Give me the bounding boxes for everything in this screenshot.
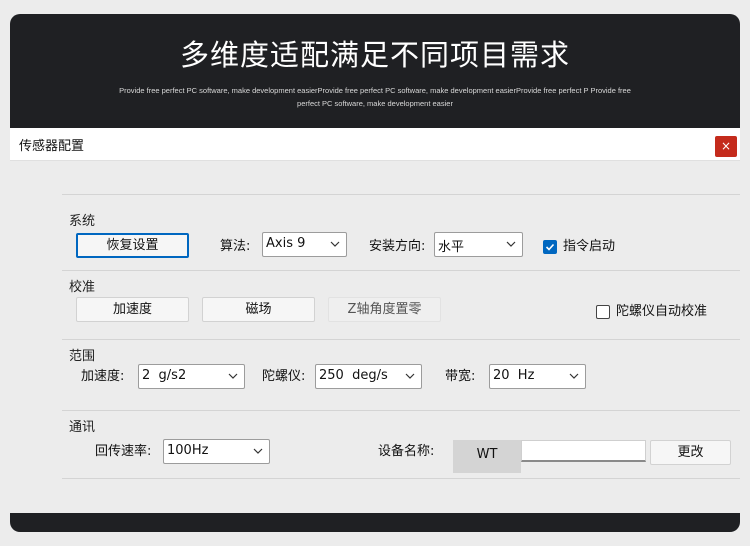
range-group-title: 范围 xyxy=(69,349,96,364)
change-device-name-button[interactable]: 更改 xyxy=(650,440,731,465)
algorithm-label: 算法: xyxy=(220,239,251,254)
device-name-label: 设备名称: xyxy=(378,444,435,459)
return-rate-select[interactable]: 100Hz xyxy=(163,439,270,464)
bandwidth-select[interactable]: 20 Hz xyxy=(489,364,586,389)
restore-settings-button[interactable]: 恢复设置 xyxy=(76,233,189,258)
comm-group-title: 通讯 xyxy=(69,420,96,435)
chevron-down-icon xyxy=(253,448,263,454)
chevron-down-icon xyxy=(228,373,238,379)
gyro-auto-calibrate-checkbox[interactable] xyxy=(596,305,610,319)
gyro-range-label: 陀螺仪: xyxy=(262,369,306,384)
device-prefix: WT xyxy=(453,440,521,473)
return-rate-label: 回传速率: xyxy=(95,444,152,459)
gyro-auto-calibrate-label: 陀螺仪自动校准 xyxy=(616,304,708,319)
install-direction-select[interactable]: 水平 xyxy=(434,232,523,257)
return-rate-value: 100Hz xyxy=(167,443,209,458)
algorithm-value: Axis 9 xyxy=(266,236,306,251)
install-direction-label: 安装方向: xyxy=(369,239,426,254)
gyro-range-select[interactable]: 250 deg/s xyxy=(315,364,422,389)
banner-title: 多维度适配满足不同项目需求 xyxy=(179,38,570,72)
accel-calibrate-button[interactable]: 加速度 xyxy=(76,297,189,322)
chevron-down-icon xyxy=(330,241,340,247)
mag-calibrate-button[interactable]: 磁场 xyxy=(202,297,315,322)
accel-range-label: 加速度: xyxy=(81,369,125,384)
dialog-title: 传感器配置 xyxy=(19,139,85,154)
device-name-input[interactable] xyxy=(521,440,646,462)
promo-card: 多维度适配满足不同项目需求 Provide free perfect PC so… xyxy=(10,14,740,532)
algorithm-select[interactable]: Axis 9 xyxy=(262,232,347,257)
gyro-range-value: 250 deg/s xyxy=(319,368,388,383)
z-angle-zero-button[interactable]: Z轴角度置零 xyxy=(328,297,441,322)
bandwidth-label: 带宽: xyxy=(445,369,476,384)
chevron-down-icon xyxy=(569,373,579,379)
checkmark-icon xyxy=(545,243,555,251)
bandwidth-value: 20 Hz xyxy=(493,368,535,383)
chevron-down-icon xyxy=(405,373,415,379)
chevron-down-icon xyxy=(506,241,516,247)
command-start-label: 指令启动 xyxy=(563,239,616,254)
install-direction-value: 水平 xyxy=(438,240,465,255)
dialog-titlebar: 传感器配置 × xyxy=(10,128,740,161)
accel-range-value: 2 g/s2 xyxy=(142,368,187,383)
command-start-checkbox[interactable] xyxy=(543,240,557,254)
calibration-group-title: 校准 xyxy=(69,280,96,295)
accel-range-select[interactable]: 2 g/s2 xyxy=(138,364,245,389)
system-group-title: 系统 xyxy=(69,214,96,229)
close-button[interactable]: × xyxy=(715,136,737,157)
close-icon: × xyxy=(720,139,732,153)
sensor-config-dialog: 传感器配置 × 系统 恢复设置 算法: Axis 9 安装方向: 水平 指令启动… xyxy=(10,128,740,513)
banner-subtitle: Provide free perfect PC software, make d… xyxy=(119,86,631,108)
